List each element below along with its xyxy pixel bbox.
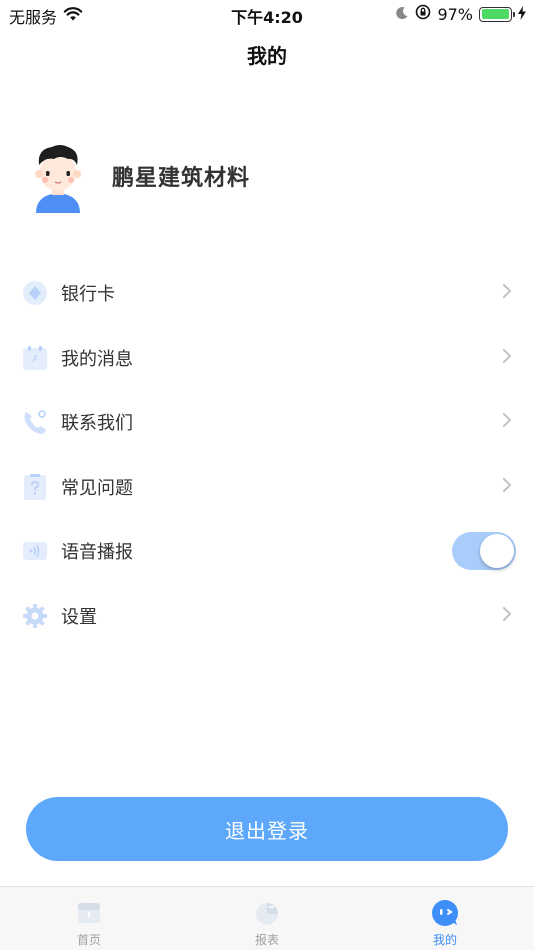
gear-icon <box>22 603 48 629</box>
home-icon <box>75 899 103 927</box>
menu-label: 语音播报 <box>61 542 133 564</box>
page-title: 我的 <box>247 44 287 68</box>
voice-icon <box>22 538 48 564</box>
menu-item-bank-card[interactable]: 银行卡 <box>0 261 534 326</box>
profile-name: 鹏星建筑材料 <box>112 166 251 191</box>
status-bar: 无服务 下午4:20 97% <box>0 0 534 28</box>
tab-label: 首页 <box>76 933 101 947</box>
question-icon <box>22 473 48 500</box>
menu-label: 我的消息 <box>61 348 133 370</box>
phone-icon <box>22 409 48 435</box>
tab-home[interactable]: 首页 <box>0 887 178 950</box>
menu-item-messages[interactable]: 我的消息 <box>0 326 534 391</box>
menu-label: 联系我们 <box>61 413 133 435</box>
battery-icon <box>479 6 515 22</box>
chevron-right-icon <box>502 283 512 303</box>
tab-report[interactable]: 报表 <box>178 887 356 950</box>
tab-label: 报表 <box>254 933 279 947</box>
orientation-lock-icon <box>415 4 431 24</box>
voice-broadcast-toggle[interactable] <box>452 532 516 571</box>
menu-label: 银行卡 <box>61 284 115 306</box>
profile-header[interactable]: 鹏星建筑材料 <box>30 140 251 213</box>
chevron-right-icon <box>502 606 512 626</box>
charging-icon <box>518 5 526 24</box>
tab-label: 我的 <box>432 933 457 947</box>
menu-item-settings[interactable]: 设置 <box>0 584 534 649</box>
toggle-knob <box>480 534 514 569</box>
profile-icon <box>431 899 459 927</box>
tab-bar: 首页 报表 我的 <box>0 886 534 950</box>
menu-label: 设置 <box>61 606 97 628</box>
menu-item-faq[interactable]: 常见问题 <box>0 455 534 520</box>
chevron-right-icon <box>502 477 512 497</box>
battery-fill <box>481 9 509 19</box>
chevron-right-icon <box>502 348 512 368</box>
message-icon <box>22 345 48 371</box>
avatar[interactable] <box>30 141 86 213</box>
status-bar-right: 97% <box>395 4 526 24</box>
moon-icon <box>395 5 409 24</box>
bank-card-icon <box>22 280 48 306</box>
tab-profile[interactable]: 我的 <box>356 887 534 950</box>
settings-menu: 银行卡 我的消息 联系我们 常见问题 语音播报 设置 <box>0 261 534 648</box>
logout-button[interactable]: 退出登录 <box>26 797 508 861</box>
report-icon <box>253 899 281 927</box>
menu-item-contact-us[interactable]: 联系我们 <box>0 390 534 455</box>
chevron-right-icon <box>502 412 512 432</box>
battery-percent: 97% <box>437 4 473 24</box>
menu-label: 常见问题 <box>61 477 133 499</box>
menu-item-voice-broadcast: 语音播报 <box>0 519 534 584</box>
